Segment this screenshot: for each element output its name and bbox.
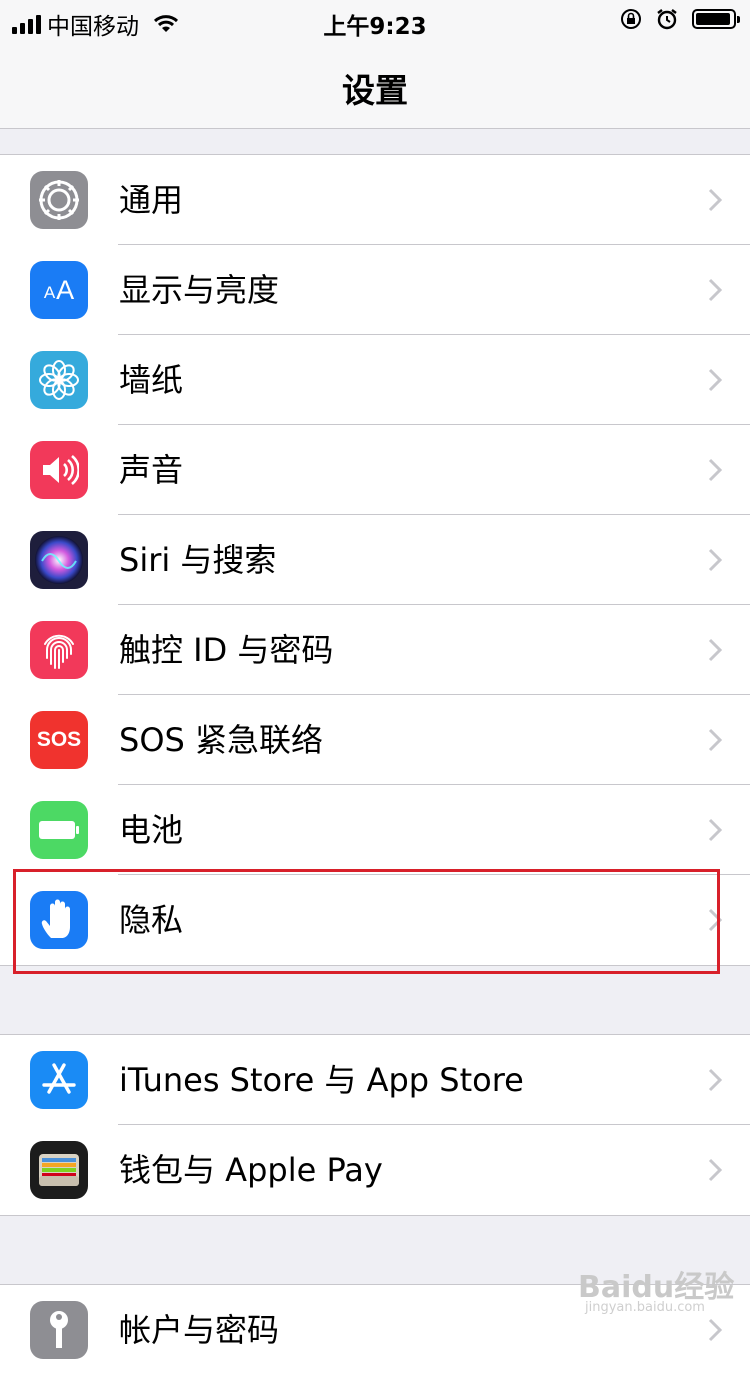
key-icon bbox=[30, 1301, 88, 1359]
settings-row-label: 通用 bbox=[119, 181, 184, 219]
settings-row-label: 帐户与密码 bbox=[119, 1311, 280, 1349]
siri-icon bbox=[30, 531, 88, 589]
settings-row-general[interactable]: 通用 bbox=[0, 155, 750, 245]
speaker-icon bbox=[30, 441, 88, 499]
page-title: 设置 bbox=[342, 71, 408, 110]
settings-row-app-store[interactable]: iTunes Store 与 App Store bbox=[0, 1035, 750, 1125]
settings-row-label: 墙纸 bbox=[119, 361, 184, 399]
settings-row-battery[interactable]: 电池 bbox=[0, 785, 750, 875]
sos-icon-text: SOS bbox=[36, 728, 82, 751]
status-right bbox=[620, 8, 740, 30]
settings-row-label: Siri 与搜索 bbox=[119, 541, 277, 579]
settings-row-label: SOS 紧急联络 bbox=[119, 721, 323, 759]
chevron-right-icon bbox=[708, 368, 722, 392]
settings-row-label: 声音 bbox=[119, 451, 184, 489]
settings-row-privacy[interactable]: 隐私 bbox=[0, 875, 750, 965]
chevron-right-icon bbox=[708, 638, 722, 662]
chevron-right-icon bbox=[708, 1158, 722, 1182]
settings-row-label: 隐私 bbox=[119, 901, 184, 939]
watermark-url: jingyan.baidu.com bbox=[585, 1300, 705, 1315]
gear-icon bbox=[30, 171, 88, 229]
settings-group-1: 通用 AA 显示与亮度 墙纸 声音 Siri 与搜索 触控 ID 与密码 SOS… bbox=[0, 154, 750, 966]
sos-icon: SOS bbox=[30, 711, 88, 769]
app-store-icon bbox=[30, 1051, 88, 1109]
chevron-right-icon bbox=[708, 278, 722, 302]
flower-icon bbox=[30, 351, 88, 409]
settings-row-siri[interactable]: Siri 与搜索 bbox=[0, 515, 750, 605]
wallet-icon bbox=[30, 1141, 88, 1199]
chevron-right-icon bbox=[708, 818, 722, 842]
rotation-lock-icon bbox=[621, 9, 641, 29]
hand-icon bbox=[30, 891, 88, 949]
settings-row-label: 触控 ID 与密码 bbox=[119, 631, 334, 669]
chevron-right-icon bbox=[708, 908, 722, 932]
settings-row-label: 显示与亮度 bbox=[119, 271, 280, 309]
chevron-right-icon bbox=[708, 1318, 722, 1342]
chevron-right-icon bbox=[708, 458, 722, 482]
fingerprint-icon bbox=[30, 621, 88, 679]
text-size-icon: AA bbox=[30, 261, 88, 319]
settings-group-2: iTunes Store 与 App Store 钱包与 Apple Pay bbox=[0, 1034, 750, 1216]
status-bar: 中国移动 上午9:23 bbox=[0, 0, 750, 40]
settings-row-sounds[interactable]: 声音 bbox=[0, 425, 750, 515]
settings-row-wallet[interactable]: 钱包与 Apple Pay bbox=[0, 1125, 750, 1215]
settings-row-label: 电池 bbox=[119, 811, 184, 849]
chevron-right-icon bbox=[708, 1068, 722, 1092]
chevron-right-icon bbox=[708, 548, 722, 572]
settings-row-emergency-sos[interactable]: SOS SOS 紧急联络 bbox=[0, 695, 750, 785]
settings-row-touch-id[interactable]: 触控 ID 与密码 bbox=[0, 605, 750, 695]
settings-row-wallpaper[interactable]: 墙纸 bbox=[0, 335, 750, 425]
chevron-right-icon bbox=[708, 188, 722, 212]
settings-row-label: iTunes Store 与 App Store bbox=[119, 1061, 524, 1099]
battery-status-icon bbox=[692, 9, 740, 29]
alarm-icon bbox=[657, 9, 677, 30]
settings-row-display[interactable]: AA 显示与亮度 bbox=[0, 245, 750, 335]
chevron-right-icon bbox=[708, 728, 722, 752]
battery-icon bbox=[30, 801, 88, 859]
settings-row-label: 钱包与 Apple Pay bbox=[119, 1151, 383, 1189]
navigation-bar: 中国移动 上午9:23 设置 bbox=[0, 0, 750, 129]
